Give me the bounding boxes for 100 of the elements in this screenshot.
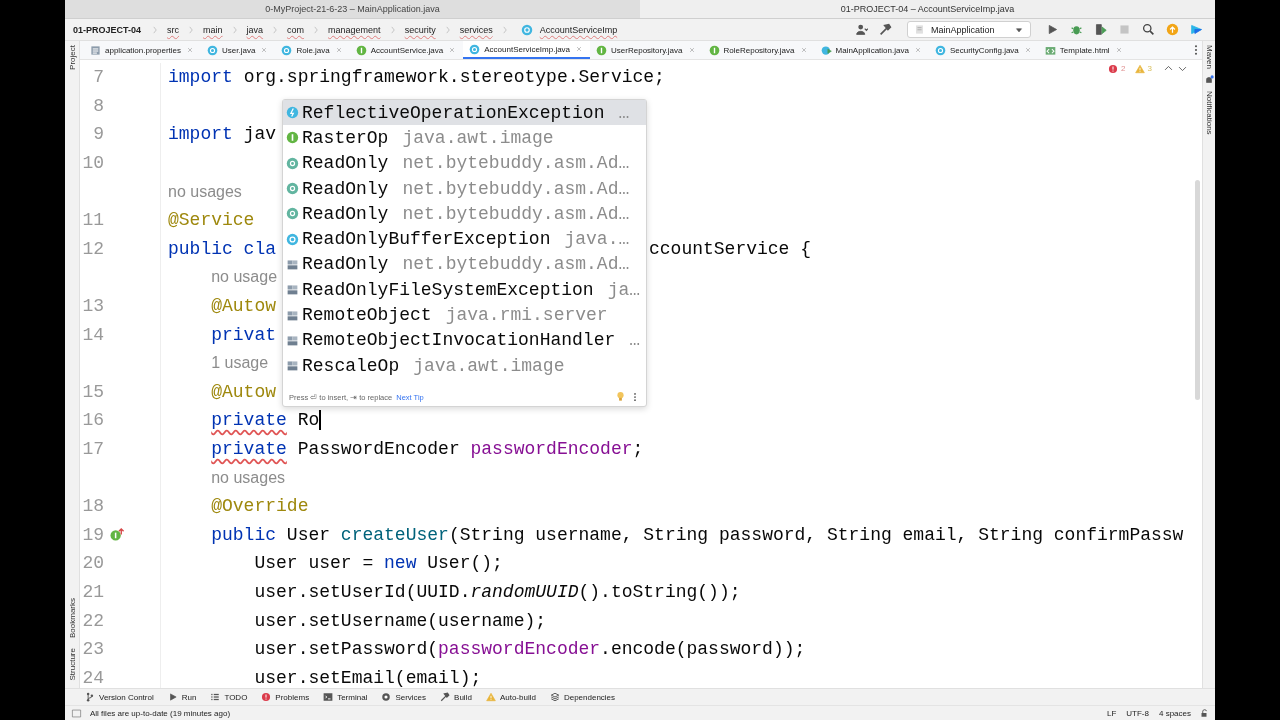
class-icon <box>281 44 293 56</box>
completion-item[interactable]: ReadOnly net.bytebuddy.asm.Ad… <box>283 201 646 227</box>
code-text: .encode(password)); <box>600 639 806 660</box>
tool-window-button[interactable]: Run <box>167 692 197 702</box>
code-text: randomUUID <box>470 582 579 602</box>
breadcrumb[interactable]: services <box>459 24 493 35</box>
tool-window-button[interactable]: Build <box>440 692 472 702</box>
bug-icon[interactable] <box>1070 23 1083 36</box>
status-item[interactable]: UTF-8 <box>1126 708 1149 718</box>
breadcrumb[interactable]: AccountServiceImp <box>539 24 618 35</box>
code-text: @Autow <box>211 381 277 402</box>
tool-window-tab[interactable]: Bookmarks <box>67 597 77 638</box>
exception-class-icon <box>286 106 299 120</box>
editor-tab[interactable]: AccountServiceImp.java <box>463 41 591 59</box>
breadcrumb[interactable]: java <box>246 24 264 35</box>
editor-tab[interactable]: SecurityConfig.java <box>928 41 1039 59</box>
bell-icon <box>1204 75 1214 85</box>
breadcrumb[interactable]: com <box>287 24 305 35</box>
editor-tab[interactable]: RoleRepository.java <box>702 41 815 59</box>
line-number: 23 <box>82 639 104 660</box>
implements-icon[interactable] <box>110 527 125 543</box>
editor-tab[interactable]: Template.html <box>1038 41 1130 59</box>
editor-tab[interactable]: Role.java <box>275 41 350 59</box>
line-number: 20 <box>82 553 104 574</box>
completion-item[interactable]: ReadOnly net.bytebuddy.asm.Ad… <box>283 150 646 176</box>
completion-item[interactable]: RemoteObjectInvocationHandler … <box>283 327 646 353</box>
tool-window-button[interactable]: TODO <box>210 692 248 702</box>
breadcrumb[interactable]: src <box>167 24 180 35</box>
completion-item[interactable]: RescaleOp java.awt.image <box>283 352 646 378</box>
tool-window-tab[interactable]: Structure <box>67 647 77 680</box>
code-text: passwordEncoder <box>470 439 633 459</box>
completion-item[interactable]: ReadOnlyBufferException java.… <box>283 226 646 252</box>
usage-hint[interactable]: no usages <box>168 182 242 201</box>
tool-window-button[interactable]: Services <box>381 692 427 702</box>
completion-item[interactable]: ReadOnlyFileSystemException ja… <box>283 277 646 303</box>
window-tab[interactable]: 01-PROJECT-04 – AccountServiceImp.java <box>640 0 1215 18</box>
line-number: 7 <box>93 67 104 88</box>
editor-tab[interactable]: User.java <box>201 41 276 59</box>
interface-icon <box>708 44 720 56</box>
app-logo-icon[interactable] <box>1190 23 1203 36</box>
tool-window-button[interactable]: Auto-build <box>485 692 536 702</box>
code-text: ; <box>632 439 644 459</box>
breadcrumb[interactable]: main <box>203 24 223 35</box>
editor-tab[interactable]: UserRepository.java <box>590 41 703 59</box>
editor-tab[interactable]: MainApplication.java <box>814 41 929 59</box>
code-text: ().toString()); <box>578 582 741 602</box>
line-number: 15 <box>82 381 104 402</box>
user-icon[interactable] <box>855 23 868 36</box>
breadcrumb[interactable]: security <box>404 24 436 35</box>
library-class-icon <box>286 308 299 322</box>
window-tab[interactable]: 0-MyProject-21-6-23 – MainApplication.java <box>65 0 640 18</box>
tool-window-tab[interactable]: Maven <box>1204 45 1214 69</box>
class-icon <box>520 23 533 36</box>
tool-window-button[interactable]: Dependencies <box>549 692 616 702</box>
code-text: createUser <box>340 524 449 545</box>
code-text: import <box>168 67 233 88</box>
tool-window-button[interactable]: Terminal <box>323 692 368 702</box>
tool-window-tab[interactable]: Notifications <box>1204 91 1214 135</box>
library-class-icon <box>286 257 299 271</box>
run-icon[interactable] <box>1046 23 1059 36</box>
line-number: 13 <box>82 296 104 317</box>
annotation-icon <box>286 182 299 196</box>
code-text: jav <box>243 124 277 145</box>
coverage-icon[interactable] <box>1094 23 1107 36</box>
run-configuration-dropdown[interactable]: MainApplication <box>907 21 1031 38</box>
line-number: 12 <box>82 238 104 259</box>
stop-icon[interactable] <box>1118 23 1131 36</box>
editor-tab[interactable]: AccountService.java <box>349 41 464 59</box>
warning-count: 3 <box>1147 64 1152 73</box>
annotation-icon <box>286 156 299 170</box>
lock-icon[interactable] <box>1199 708 1209 718</box>
bulb-icon[interactable] <box>615 391 626 402</box>
line-number: 8 <box>93 95 104 116</box>
completion-item[interactable]: ReadOnly net.bytebuddy.asm.Ad… <box>283 251 646 278</box>
tool-window-tab[interactable]: Project <box>67 45 77 70</box>
completion-item[interactable]: ReadOnly net.bytebuddy.asm.Ad… <box>283 175 646 202</box>
editor-tab[interactable]: application.properties <box>84 41 202 59</box>
scrollbar-thumb[interactable] <box>1195 180 1200 400</box>
status-item[interactable]: LF <box>1106 708 1117 718</box>
breadcrumb-project[interactable]: 01-PROJECT-04 <box>73 24 142 35</box>
completion-item[interactable]: ReflectiveOperationException … <box>283 100 646 126</box>
line-number: 21 <box>82 582 104 602</box>
tool-window-button[interactable]: Problems <box>261 692 310 702</box>
breadcrumb[interactable]: management <box>328 24 381 35</box>
library-class-icon <box>286 333 299 347</box>
code-text: public cla <box>168 238 277 259</box>
error-count: 2 <box>1121 64 1126 73</box>
status-item[interactable]: 4 spaces <box>1158 708 1191 718</box>
file-icon <box>914 24 925 35</box>
search-icon[interactable] <box>1142 23 1155 36</box>
code-text: User <box>286 524 332 545</box>
update-icon[interactable] <box>1166 23 1179 36</box>
interface-icon <box>596 44 608 56</box>
tool-window-button[interactable]: Version Control <box>85 692 154 702</box>
class-icon <box>469 43 481 55</box>
completion-item[interactable]: RasterOp java.awt.image <box>283 125 646 151</box>
code-text: user.setUsername(username); <box>254 610 547 631</box>
completion-item[interactable]: RemoteObject java.rmi.server <box>283 302 646 328</box>
list-icon <box>210 692 221 702</box>
hammer-icon[interactable] <box>879 23 892 36</box>
